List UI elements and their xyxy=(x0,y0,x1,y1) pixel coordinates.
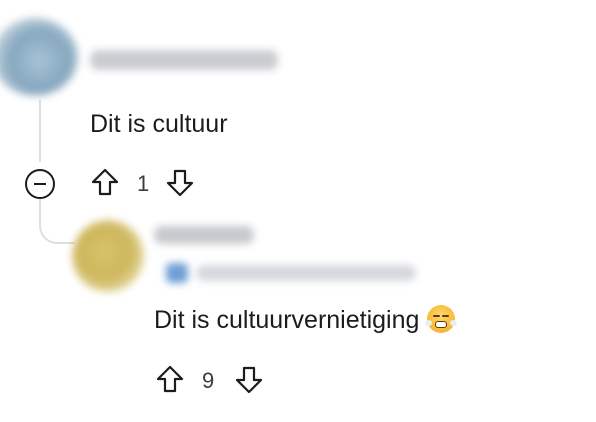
avatar[interactable] xyxy=(0,18,78,96)
vote-score: 1 xyxy=(137,171,150,196)
username-blurred[interactable] xyxy=(154,226,254,244)
upvote-button[interactable] xyxy=(90,167,120,197)
downvote-button[interactable] xyxy=(234,365,264,395)
comment-body: Dit is cultuurvernietiging xyxy=(154,305,458,335)
arrow-up-outline-icon xyxy=(91,168,119,196)
arrow-up-outline-icon xyxy=(156,365,184,393)
downvote-button[interactable] xyxy=(165,168,195,198)
face-with-steam-emoji-icon xyxy=(425,305,458,333)
user-flair-icon-blurred xyxy=(166,263,188,283)
avatar[interactable] xyxy=(72,220,144,292)
vote-score: 9 xyxy=(202,368,215,393)
user-flair-blurred xyxy=(196,265,416,281)
comment-body-text: Dit is cultuurvernietiging xyxy=(154,306,420,334)
thread-branch-line xyxy=(39,198,75,244)
arrow-down-outline-icon xyxy=(166,169,194,197)
upvote-button[interactable] xyxy=(155,364,185,394)
collapse-thread-button[interactable] xyxy=(25,169,55,199)
arrow-down-outline-icon xyxy=(235,366,263,394)
thread-line xyxy=(39,100,41,162)
username-blurred[interactable] xyxy=(90,50,278,70)
comment-body: Dit is cultuur xyxy=(90,110,228,138)
